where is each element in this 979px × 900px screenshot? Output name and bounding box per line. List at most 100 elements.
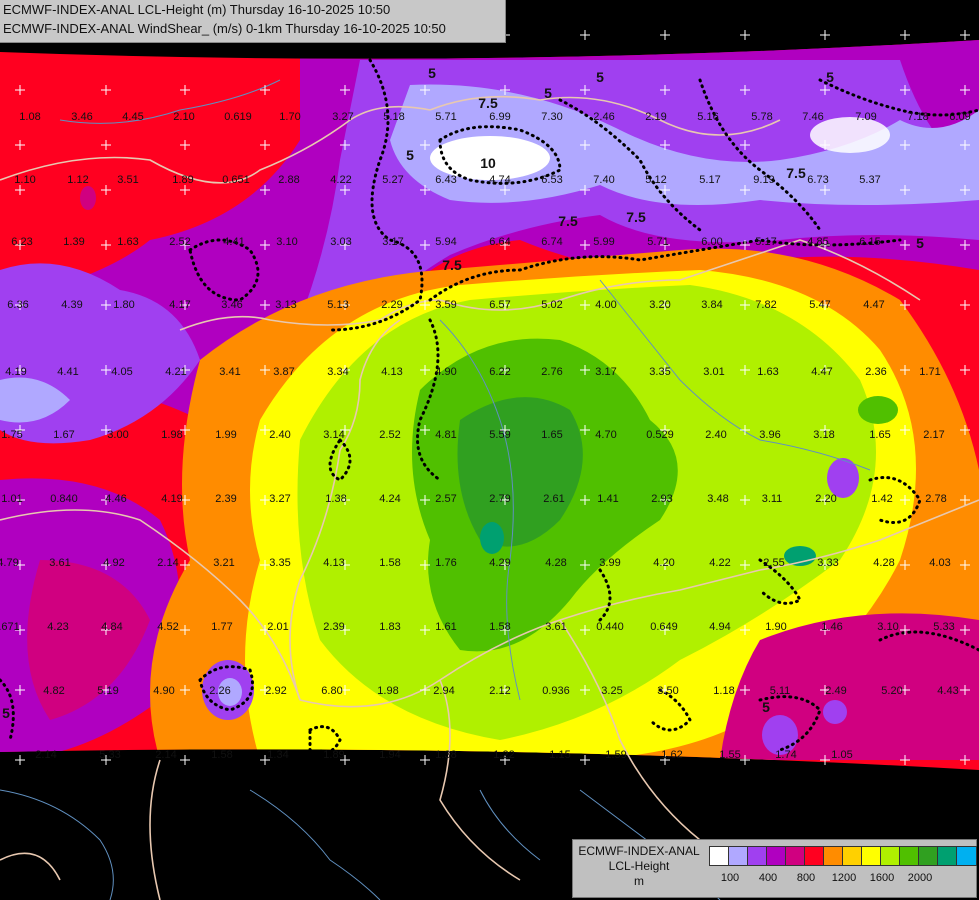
lcl-value-label: 1.63 xyxy=(757,366,778,378)
lcl-value-label: 6.64 xyxy=(489,236,510,248)
lcl-value-label: 1.15 xyxy=(549,749,570,761)
lcl-value-label: 3.48 xyxy=(707,493,728,505)
lcl-value-label: 5.13 xyxy=(327,299,348,311)
lcl-value-label: 2.79 xyxy=(489,493,510,505)
lcl-value-label: 1.42 xyxy=(871,493,892,505)
lcl-value-label: 2.93 xyxy=(651,493,672,505)
legend-swatch xyxy=(842,846,863,866)
lcl-value-label: 2.61 xyxy=(543,493,564,505)
lcl-value-label: 3.46 xyxy=(71,111,92,123)
lcl-value-label: 1.01 xyxy=(1,493,22,505)
lcl-value-label: 4.00 xyxy=(595,299,616,311)
lcl-value-label: 4.82 xyxy=(43,685,64,697)
lcl-value-label: 4.47 xyxy=(811,366,832,378)
lcl-value-label: 4.03 xyxy=(929,557,950,569)
lcl-value-label: 2.40 xyxy=(705,429,726,441)
lcl-value-label: 3.50 xyxy=(657,685,678,697)
lcl-value-label: 3.46 xyxy=(221,299,242,311)
windshear-contour-label: 5 xyxy=(544,85,552,101)
windshear-contour-label: 7.5 xyxy=(558,213,578,229)
windshear-contour-label: 5 xyxy=(2,705,10,721)
lcl-value-label: 5.11 xyxy=(770,685,791,697)
lcl-value-label: 2.29 xyxy=(381,299,402,311)
legend-tick-label: 2000 xyxy=(907,872,933,884)
lcl-value-label: 4.92 xyxy=(103,557,124,569)
lcl-value-label: 5.94 xyxy=(435,236,456,248)
lcl-value-label: 3.35 xyxy=(269,557,290,569)
lcl-value-label: 2.19 xyxy=(645,111,666,123)
lcl-value-label: 6.23 xyxy=(11,236,32,248)
lcl-value-label: 3.13 xyxy=(275,299,296,311)
lcl-value-label: 2.20 xyxy=(815,493,836,505)
lcl-value-label: 5.71 xyxy=(435,111,456,123)
lcl-value-label: 4.19 xyxy=(161,493,182,505)
lcl-value-label: 2.14 xyxy=(155,749,176,761)
lcl-value-label: 1.74 xyxy=(775,749,796,761)
lcl-value-label: 4.05 xyxy=(111,366,132,378)
lcl-value-label: 6.53 xyxy=(541,174,562,186)
lcl-value-label: 6.15 xyxy=(859,236,880,248)
lcl-value-label: 0.529 xyxy=(646,429,674,441)
lcl-value-label: 2.78 xyxy=(925,493,946,505)
lcl-value-label: 3.34 xyxy=(327,366,348,378)
lcl-value-label: 4.90 xyxy=(435,366,456,378)
lcl-value-label: 4.85 xyxy=(807,236,828,248)
lcl-value-label: 7.46 xyxy=(802,111,823,123)
legend-swatch xyxy=(899,846,920,866)
windshear-contour-label: 7.5 xyxy=(786,165,806,181)
lcl-value-label: 3.96 xyxy=(759,429,780,441)
legend-tick-label: 100 xyxy=(720,872,740,884)
lcl-value-label: 4.13 xyxy=(323,557,344,569)
legend-unit: m xyxy=(634,874,644,888)
lcl-value-label: 6.43 xyxy=(435,174,456,186)
lcl-value-label: 5.02 xyxy=(541,299,562,311)
lcl-value-label: 6.74 xyxy=(541,236,562,248)
lcl-value-label: 4.22 xyxy=(709,557,730,569)
windshear-contour-label: 5 xyxy=(762,699,770,715)
lcl-value-label: 2.14 xyxy=(157,557,178,569)
legend-swatch xyxy=(728,846,749,866)
lcl-value-label: 1.65 xyxy=(869,429,890,441)
lcl-value-label: 6.73 xyxy=(807,174,828,186)
lcl-value-label: 1.75 xyxy=(1,429,22,441)
lcl-value-label: 7.82 xyxy=(755,299,776,311)
lcl-value-label: 2.12 xyxy=(489,685,510,697)
lcl-value-label: 3.01 xyxy=(703,366,724,378)
lcl-value-label: 3.10 xyxy=(276,236,297,248)
lcl-value-label: 2.17 xyxy=(923,429,944,441)
legend-swatch xyxy=(709,846,730,866)
lcl-value-label: 5.33 xyxy=(99,749,120,761)
legend-swatch xyxy=(861,846,882,866)
lcl-value-label: 1.55 xyxy=(719,749,740,761)
lcl-value-label: 3.61 xyxy=(545,621,566,633)
legend-swatch xyxy=(880,846,901,866)
lcl-value-label: 1.61 xyxy=(435,621,456,633)
lcl-value-label: 5.17 xyxy=(699,174,720,186)
lcl-value-label: 2.14 xyxy=(35,749,56,761)
lcl-value-label: 1.76 xyxy=(435,557,456,569)
lcl-value-label: 1.71 xyxy=(919,366,940,378)
lcl-value-label: 4.43 xyxy=(937,685,958,697)
lcl-value-label: 1.38 xyxy=(325,493,346,505)
legend-titles: ECMWF-INDEX-ANAL LCL-Height m xyxy=(573,840,705,889)
lcl-value-label: 2.88 xyxy=(278,174,299,186)
lcl-value-label: 4.39 xyxy=(61,299,82,311)
lcl-value-label: 3.61 xyxy=(49,557,70,569)
windshear-contour-label: 7.5 xyxy=(626,209,646,225)
lcl-value-label: 4.74 xyxy=(489,174,510,186)
lcl-value-label: 5.33 xyxy=(933,621,954,633)
lcl-value-label: 4.13 xyxy=(381,366,402,378)
lcl-value-label: 4.70 xyxy=(595,429,616,441)
lcl-value-label: 5.71 xyxy=(647,236,668,248)
map-header: ECMWF-INDEX-ANAL LCL-Height (m) Thursday… xyxy=(0,0,506,43)
lcl-value-label: 1.63 xyxy=(117,236,138,248)
lcl-value-label: 6.36 xyxy=(7,299,28,311)
lcl-value-label: 0.840 xyxy=(50,493,78,505)
lcl-value-label: 3.41 xyxy=(219,366,240,378)
lcl-value-label: 0.440 xyxy=(596,621,624,633)
lcl-value-label: 1.58 xyxy=(489,621,510,633)
weather-map: 5 7.5 10 7.5 7.5 7.5 5 5 5 7.5 5 5 5 5 1.08 3.46 4.45 2.… xyxy=(0,0,979,900)
lcl-value-label: 2.36 xyxy=(865,366,886,378)
legend-swatch xyxy=(937,846,958,866)
lcl-value-label: 0.671 xyxy=(0,621,20,633)
